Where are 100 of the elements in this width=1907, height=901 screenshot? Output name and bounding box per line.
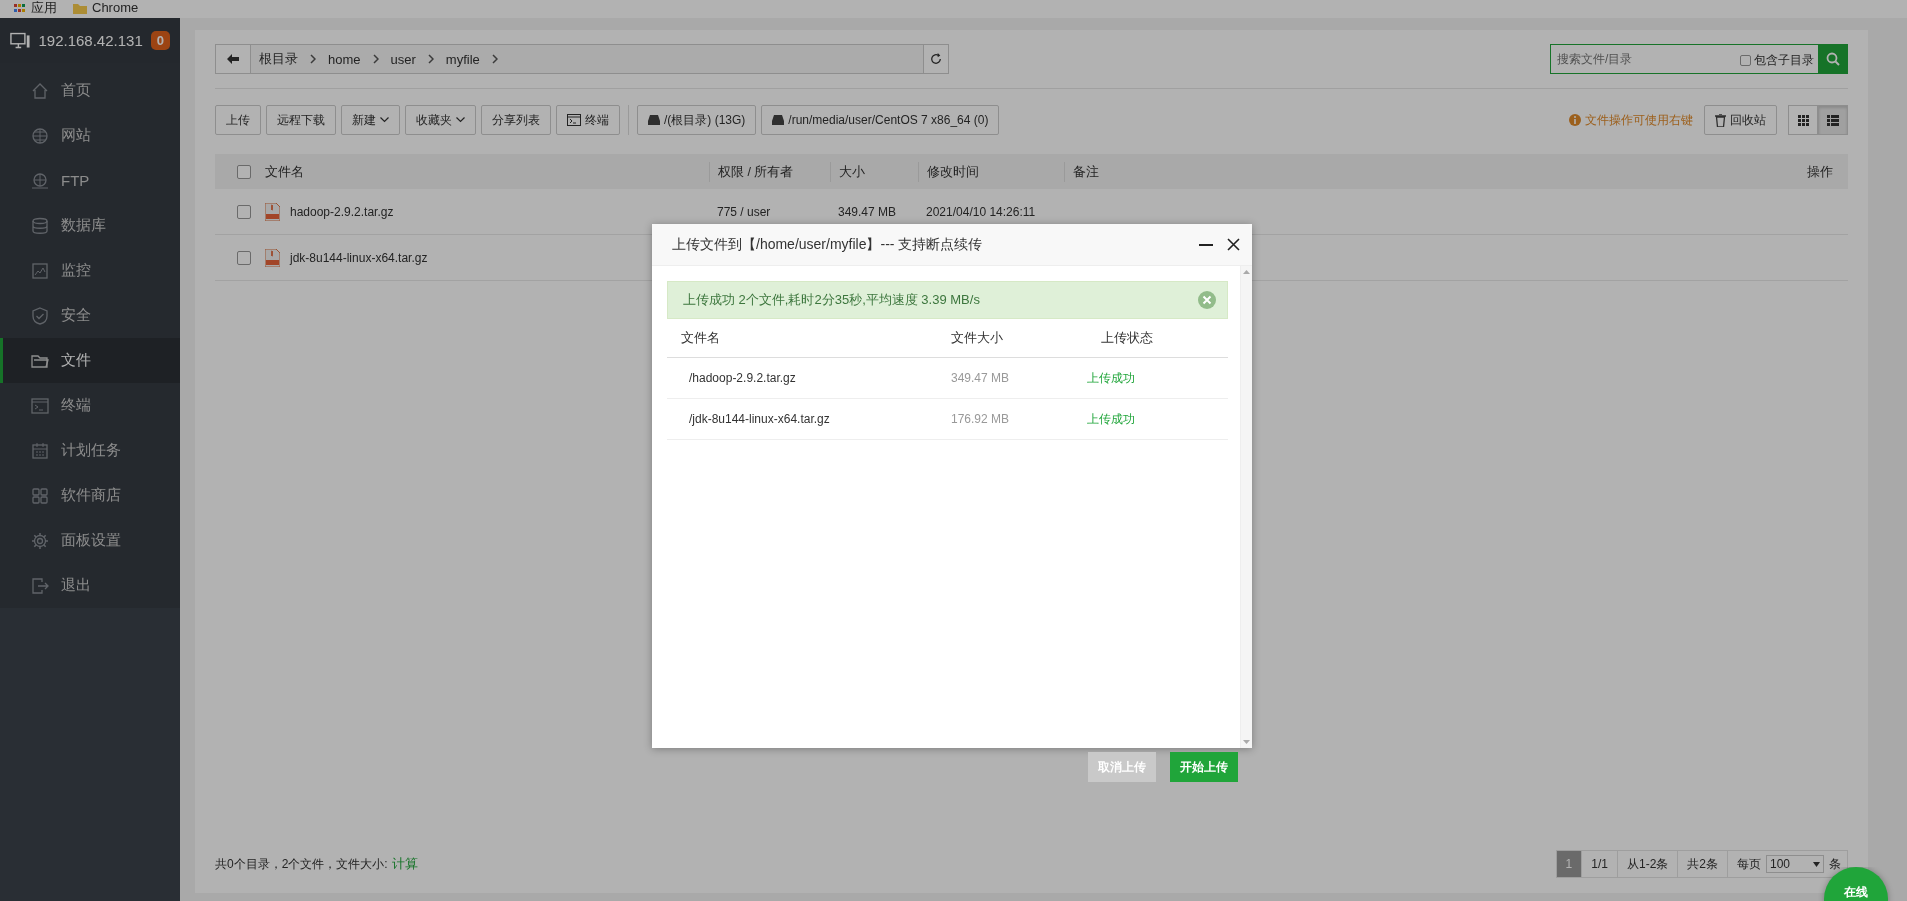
bookmark-link[interactable]: Chrome (92, 1, 139, 14)
monitor-icon (10, 31, 31, 50)
disk-button[interactable]: /run/media/user/CentOS 7 x86_64 (0) (761, 105, 1000, 135)
sidebar-item[interactable]: 计划任务 (0, 428, 180, 473)
status-text: 上传成功 (1087, 410, 1136, 428)
checkbox[interactable] (237, 204, 251, 219)
sidebar-item[interactable]: 网站 (0, 113, 180, 158)
column-header: 大小 (830, 161, 918, 182)
toolbar-button[interactable]: 终端 (556, 105, 620, 135)
disk-icon (772, 115, 785, 125)
refresh-icon (930, 52, 942, 66)
sidebar-item[interactable]: 终端 (0, 383, 180, 428)
list-view-button[interactable] (1818, 105, 1848, 135)
folder-icon (73, 3, 87, 14)
count-badge: 0 (150, 31, 170, 50)
close-icon (1197, 290, 1217, 310)
column-header: 操作 (1806, 163, 1834, 181)
terminal-icon (31, 396, 49, 415)
info-icon (1569, 114, 1581, 126)
chart-icon (31, 261, 49, 280)
chevron-down-icon (456, 117, 465, 123)
page-info: 共2条 (1678, 851, 1728, 877)
toolbar-button[interactable]: 分享列表 (481, 105, 551, 135)
shield-icon (31, 306, 49, 325)
alert-text: 上传成功 2个文件,耗时2分35秒,平均速度 3.39 MB/s (683, 291, 981, 309)
breadcrumb-link[interactable]: 根目录 (259, 50, 298, 68)
back-button[interactable] (215, 44, 251, 74)
grid-view-button[interactable] (1788, 105, 1818, 135)
toolbar-button[interactable]: 新建 (341, 105, 400, 135)
sidebar-item[interactable]: 退出 (0, 563, 180, 608)
disk-icon (648, 115, 660, 125)
file-name[interactable]: hadoop-2.9.2.tar.gz (290, 204, 394, 219)
archive-file-icon (265, 202, 280, 221)
status-text: 上传成功 (1087, 369, 1136, 387)
chevron-right-icon (372, 54, 379, 64)
size-text: 349.47 MB (950, 371, 1011, 385)
close-icon (1227, 238, 1240, 251)
apps-icon (14, 3, 26, 14)
column-header: 备注 (1064, 161, 1688, 182)
toolbar-button[interactable]: 远程下载 (266, 105, 336, 135)
chevron-right-icon (310, 54, 316, 64)
sidebar-item[interactable]: 软件商店 (0, 473, 180, 518)
permission-text: 775 / user (716, 204, 772, 219)
checkbox[interactable] (237, 250, 251, 265)
list-icon (1827, 114, 1839, 126)
page-size-select[interactable]: 100 (1766, 855, 1824, 873)
toolbar-button[interactable]: 收藏夹 (405, 105, 476, 135)
summary-text: 共0个目录，2个文件，文件大小: (215, 855, 388, 873)
checkbox[interactable] (1740, 55, 1751, 66)
minimize-icon (1199, 243, 1213, 246)
file-name: /hadoop-2.9.2.tar.gz (688, 371, 797, 385)
breadcrumb-link[interactable]: myfile (445, 51, 480, 67)
breadcrumb-link[interactable]: home (328, 51, 361, 67)
sidebar-item[interactable]: FTP (0, 158, 180, 203)
search-icon (1826, 52, 1840, 66)
file-name: /jdk-8u144-linux-x64.tar.gz (688, 412, 831, 426)
hint-text: 文件操作可使用右键 (1585, 111, 1693, 129)
checkbox[interactable] (237, 164, 251, 179)
caret-down-icon (1813, 861, 1820, 867)
arrow-up-icon (1243, 270, 1250, 274)
checkbox-label: 包含子目录 (1754, 52, 1814, 69)
page-info: 从1-2条 (1617, 851, 1679, 877)
chevron-down-icon (380, 117, 389, 123)
sidebar-item[interactable]: 首页 (0, 68, 180, 113)
column-header: 上传状态 (1100, 329, 1154, 347)
size-text: 176.92 MB (950, 412, 1011, 426)
recycle-bin-button[interactable]: 回收站 (1704, 105, 1777, 135)
close-button[interactable] (1227, 238, 1240, 251)
toolbar-button[interactable]: 上传 (215, 105, 261, 135)
database-icon (31, 216, 49, 235)
column-header: 文件大小 (950, 329, 1004, 347)
arrow-down-icon (1243, 740, 1250, 744)
globe-icon (31, 171, 49, 190)
logout-icon (31, 576, 49, 595)
bookmark-link[interactable]: 应用 (31, 1, 57, 14)
sidebar-item[interactable]: 监控 (0, 248, 180, 293)
grid-icon (31, 486, 49, 505)
sidebar-item[interactable]: 安全 (0, 293, 180, 338)
sidebar-item[interactable]: 面板设置 (0, 518, 180, 563)
globe-icon (31, 126, 49, 145)
column-header: 文件名 (265, 163, 305, 181)
page-info: 每页 (1737, 856, 1761, 873)
sidebar-item[interactable]: 数据库 (0, 203, 180, 248)
calendar-icon (31, 441, 49, 460)
refresh-button[interactable] (924, 44, 949, 74)
chevron-right-icon (491, 54, 498, 64)
column-header: 文件名 (680, 329, 721, 347)
home-icon (31, 81, 49, 100)
settings-icon (31, 531, 49, 550)
disk-button[interactable]: /(根目录) (13G) (637, 105, 757, 135)
size-text: 349.47 MB (837, 204, 898, 219)
archive-file-icon (265, 248, 280, 267)
search-button[interactable] (1818, 44, 1848, 74)
chevron-right-icon (427, 54, 434, 64)
file-name[interactable]: jdk-8u144-linux-x64.tar.gz (290, 250, 428, 265)
breadcrumb-link[interactable]: user (390, 51, 416, 67)
column-header: 权限 / 所有者 (709, 161, 830, 182)
minimize-button[interactable] (1199, 243, 1213, 246)
page-info: 1/1 (1582, 851, 1618, 877)
sidebar-item[interactable]: 文件 (0, 338, 180, 383)
